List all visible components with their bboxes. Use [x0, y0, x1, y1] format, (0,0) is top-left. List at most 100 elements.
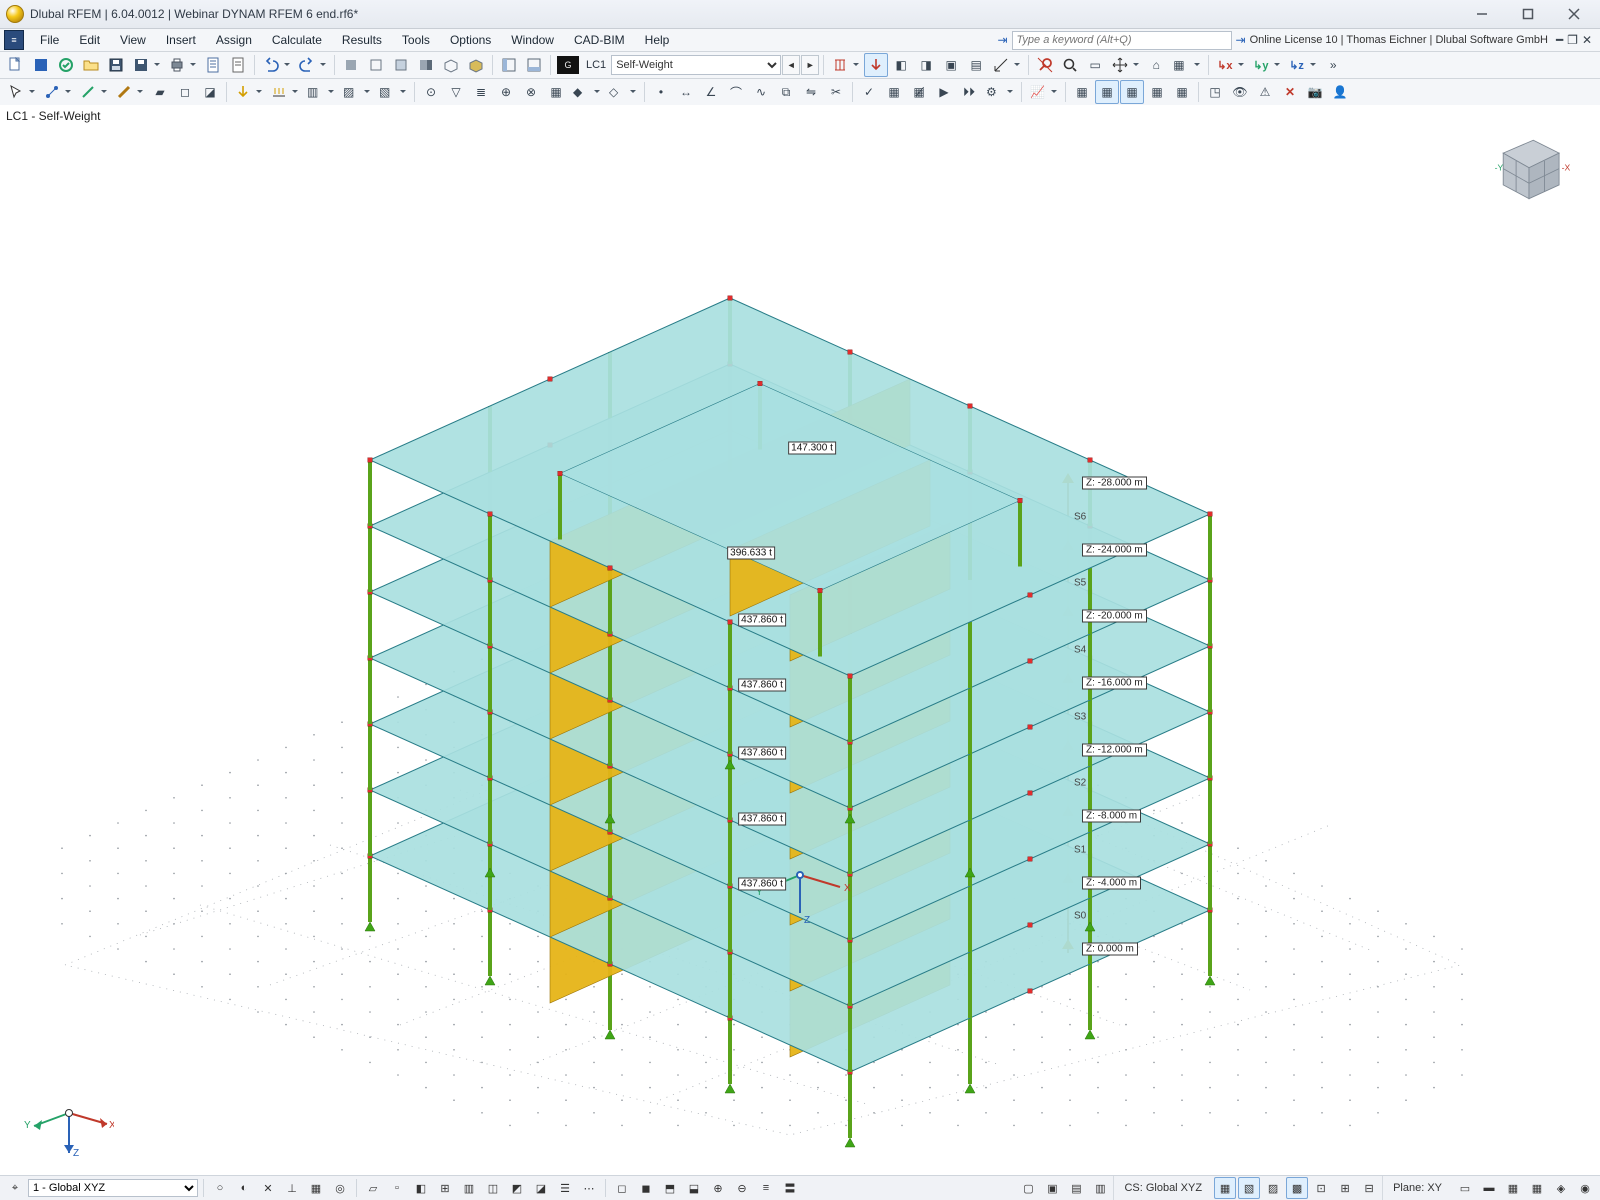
sv-e-icon[interactable]: ▦	[1214, 1177, 1236, 1199]
move-icon[interactable]	[1108, 53, 1143, 77]
camera-icon[interactable]: 📷	[1303, 80, 1327, 104]
s-g-icon[interactable]: ☰	[554, 1177, 576, 1199]
load-arrow-icon[interactable]	[231, 80, 266, 104]
more-tools-icon[interactable]: »	[1321, 53, 1345, 77]
model-canvas[interactable]: X Y Z	[0, 105, 1600, 1176]
snap-endpoint-icon[interactable]: ○	[209, 1177, 231, 1199]
line-load-icon[interactable]	[267, 80, 302, 104]
opening-icon[interactable]: ◻	[173, 80, 197, 104]
s-b-icon[interactable]: ◧	[410, 1177, 432, 1199]
dim-angle-icon[interactable]: ∠	[699, 80, 723, 104]
loadcase-next-button[interactable]: ►	[801, 55, 819, 75]
menu-calculate[interactable]: Calculate	[262, 29, 332, 51]
mirror-icon[interactable]: ⇋	[799, 80, 823, 104]
clip-icon[interactable]: ◳	[1203, 80, 1227, 104]
menu-file[interactable]: File	[30, 29, 69, 51]
s-j-icon[interactable]: ◼	[635, 1177, 657, 1199]
open-icon[interactable]	[79, 53, 103, 77]
tool-a-icon[interactable]: ◧	[889, 53, 913, 77]
guide-icon[interactable]: ∿	[749, 80, 773, 104]
sv-f-icon[interactable]: ▧	[1238, 1177, 1260, 1199]
new-block-icon[interactable]	[29, 53, 53, 77]
redo-icon[interactable]	[295, 53, 330, 77]
menu-cad-bim[interactable]: CAD-BIM	[564, 29, 635, 51]
snap-perp-icon[interactable]: ⊥	[281, 1177, 303, 1199]
s-p-icon[interactable]: 〓	[779, 1177, 801, 1199]
s-a-icon[interactable]: ▫	[386, 1177, 408, 1199]
tool-c-icon[interactable]: ▣	[939, 53, 963, 77]
visibility-icon[interactable]: 👁	[1228, 80, 1252, 104]
design-icon[interactable]: ⚙	[982, 80, 1017, 104]
s-m-icon[interactable]: ⊕	[707, 1177, 729, 1199]
model-display-icon[interactable]: ▦	[1120, 80, 1144, 104]
check-icon[interactable]: ✓	[857, 80, 881, 104]
license-link-icon[interactable]: ⇥	[1236, 33, 1246, 47]
panel-bottom-icon[interactable]	[522, 53, 546, 77]
surface-icon[interactable]: ▰	[148, 80, 172, 104]
area-load-icon[interactable]: ▥	[303, 80, 338, 104]
dim-arc-icon[interactable]: ⌒	[724, 80, 748, 104]
trim-icon[interactable]: ✂	[824, 80, 848, 104]
s-h-icon[interactable]: ⋯	[578, 1177, 600, 1199]
menu-results[interactable]: Results	[332, 29, 392, 51]
copy-geom-icon[interactable]: ⧉	[774, 80, 798, 104]
section-icon[interactable]: ◇	[605, 80, 640, 104]
undo-icon[interactable]	[259, 53, 294, 77]
display-loads-icon[interactable]	[828, 53, 863, 77]
tool-b-icon[interactable]: ◨	[914, 53, 938, 77]
rectangle-icon[interactable]: ▭	[1083, 53, 1107, 77]
display-scale-icon[interactable]	[989, 53, 1024, 77]
snap-mid-icon[interactable]: ◐	[233, 1177, 255, 1199]
axis-z-icon[interactable]: ↳z	[1285, 53, 1320, 77]
workplane-drop-icon[interactable]: ▱	[362, 1177, 384, 1199]
s-d-icon[interactable]: ◫	[482, 1177, 504, 1199]
sv-n-icon[interactable]: ▦	[1502, 1177, 1524, 1199]
snap-grid-icon[interactable]: ▦	[305, 1177, 327, 1199]
sv-g-icon[interactable]: ▨	[1262, 1177, 1284, 1199]
save-as-icon[interactable]	[129, 53, 164, 77]
object-snap-icon[interactable]: ▦	[1095, 80, 1119, 104]
filter-red-icon[interactable]	[1033, 53, 1057, 77]
window-maximize-button[interactable]	[1508, 2, 1548, 26]
report-icon[interactable]	[201, 53, 225, 77]
s-l-icon[interactable]: ⬓	[683, 1177, 705, 1199]
save-icon[interactable]	[104, 53, 128, 77]
sv-k-icon[interactable]: ⊟	[1358, 1177, 1380, 1199]
sv-a-icon[interactable]: ▢	[1017, 1177, 1039, 1199]
mesh-icon[interactable]: ▦	[882, 80, 906, 104]
ortho-view-icon[interactable]: ▦	[1169, 53, 1204, 77]
loadcase-select[interactable]: Self-Weight	[611, 55, 781, 75]
s-o-icon[interactable]: ≡	[755, 1177, 777, 1199]
coord-system-select[interactable]: 1 - Global XYZ	[28, 1179, 198, 1197]
node-icon[interactable]	[40, 80, 75, 104]
sv-j-icon[interactable]: ⊞	[1334, 1177, 1356, 1199]
snap-intersect-icon[interactable]: ✕	[257, 1177, 279, 1199]
s-f-icon[interactable]: ◪	[530, 1177, 552, 1199]
sv-d-icon[interactable]: ▥	[1089, 1177, 1111, 1199]
menu-window[interactable]: Window	[501, 29, 564, 51]
calc-all-icon[interactable]: ⏵⏵	[957, 80, 981, 104]
menu-assign[interactable]: Assign	[206, 29, 262, 51]
doc-close-button[interactable]: ✕	[1582, 33, 1592, 47]
free-load-icon[interactable]: ▨	[339, 80, 374, 104]
select-icon[interactable]	[4, 80, 39, 104]
sv-o-icon[interactable]: ▦	[1526, 1177, 1548, 1199]
mesh-refine-icon[interactable]: ▦	[544, 80, 568, 104]
new-model-icon[interactable]	[4, 53, 28, 77]
sv-m-icon[interactable]: ▬	[1478, 1177, 1500, 1199]
view-iso-icon[interactable]	[439, 53, 463, 77]
s-k-icon[interactable]: ⬒	[659, 1177, 681, 1199]
menu-view[interactable]: View	[110, 29, 156, 51]
data-icon[interactable]	[226, 53, 250, 77]
view-trans-icon[interactable]	[389, 53, 413, 77]
view-wire-icon[interactable]	[364, 53, 388, 77]
doc-restore-button[interactable]: ❐	[1567, 33, 1578, 47]
menu-options[interactable]: Options	[440, 29, 501, 51]
open-cloud-icon[interactable]	[54, 53, 78, 77]
axis-y-icon[interactable]: ↳y	[1249, 53, 1284, 77]
menu-tools[interactable]: Tools	[392, 29, 440, 51]
warning-icon[interactable]: ⚠	[1253, 80, 1277, 104]
line-icon[interactable]	[76, 80, 111, 104]
sv-b-icon[interactable]: ▣	[1041, 1177, 1063, 1199]
view-shade-icon[interactable]	[464, 53, 488, 77]
